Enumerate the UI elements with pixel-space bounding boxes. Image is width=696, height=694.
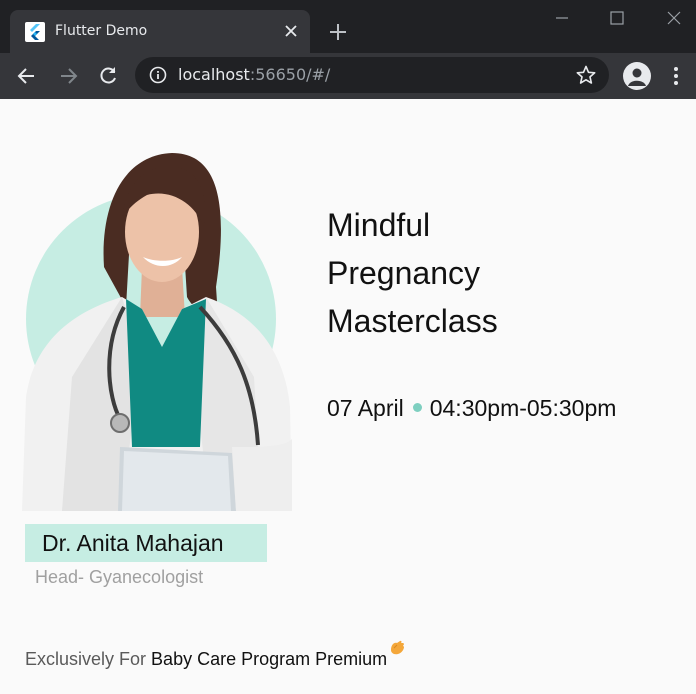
wave-hand-icon [388,639,406,657]
star-icon[interactable] [575,64,597,86]
event-time: 04:30pm-05:30pm [429,395,617,421]
arrow-left-icon[interactable] [14,63,40,89]
arrow-right-icon[interactable] [55,63,81,89]
address-bar[interactable]: localhost:56650/#/ [135,57,609,93]
flutter-icon [25,22,45,42]
doctor-name-badge: Dr. Anita Mahajan [25,524,267,562]
masterclass-title: Mindful Pregnancy Masterclass [327,201,498,345]
title-line: Pregnancy [327,255,480,291]
info-icon[interactable] [149,66,167,84]
browser-toolbar: localhost:56650/#/ [0,53,696,99]
url-path: :56650/#/ [249,65,331,84]
event-schedule: 07 April 04:30pm-05:30pm [327,393,616,423]
account-icon[interactable] [623,62,651,90]
event-date: 07 April [327,395,404,421]
title-line: Mindful [327,207,431,243]
reload-icon[interactable] [95,63,121,89]
plus-icon[interactable] [326,20,350,44]
minimize-icon[interactable] [550,6,574,30]
page-content: Dr. Anita Mahajan Head- Gyanecologist Mi… [0,99,696,694]
program-footer: Exclusively For Baby Care Program Premiu… [25,640,406,671]
title-line: Masterclass [327,303,498,339]
maximize-icon[interactable] [605,6,629,30]
close-icon[interactable] [281,21,301,41]
separator-dot-icon [412,403,422,413]
window-close-icon[interactable] [662,6,686,30]
url-host: localhost [178,65,250,84]
browser-titlebar: Flutter Demo [0,0,696,53]
doctor-name: Dr. Anita Mahajan [42,530,224,556]
url-text[interactable]: localhost:56650/#/ [178,65,330,85]
tab-title: Flutter Demo [55,23,148,39]
program-name: Baby Care Program Premium [151,649,388,669]
doctor-role: Head- Gyanecologist [35,567,204,587]
browser-tab[interactable]: Flutter Demo [10,10,310,53]
kebab-menu-icon[interactable] [666,64,686,88]
doctor-portrait [22,153,292,511]
footer-prefix: Exclusively For [25,649,147,669]
